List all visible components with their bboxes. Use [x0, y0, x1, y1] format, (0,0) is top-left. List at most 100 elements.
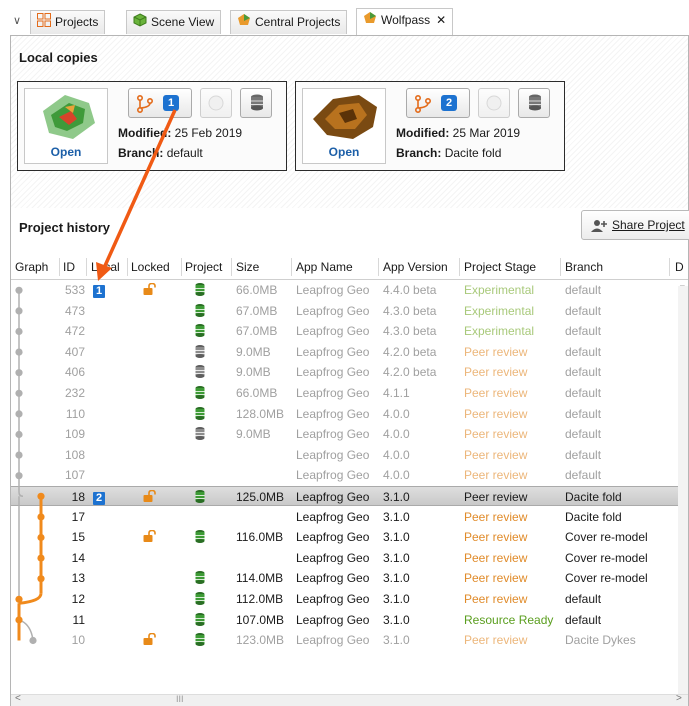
project-thumbnail[interactable]: Open	[24, 88, 108, 164]
sync-button[interactable]	[200, 88, 232, 118]
table-row[interactable]: 15 116.0MB Leapfrog Geo 3.1.0 Peer review Cov…	[11, 527, 688, 547]
cell-app-version: 4.0.0	[383, 427, 410, 442]
cell-app-name: Leapfrog Geo	[296, 468, 370, 483]
delete-local-button[interactable]	[240, 88, 272, 118]
scroll-right-icon[interactable]: >	[676, 693, 682, 704]
cell-size: 66.0MB	[236, 283, 278, 297]
table-row[interactable]: 13 114.0MB Leapfrog Geo 3.1.0 Peer review Cov…	[11, 568, 688, 588]
open-button[interactable]: Open	[303, 145, 385, 159]
cell-id: 15	[71, 530, 85, 545]
table-row[interactable]: 17 Leapfrog Geo 3.1.0 Peer review Dacite fol…	[11, 507, 688, 527]
tab-central-projects[interactable]: Central Projects	[230, 10, 348, 34]
cell-project	[195, 303, 205, 321]
tab-bar: ∨ Projects Scene View Central Projects W…	[0, 0, 689, 36]
cell-size: 112.0MB	[236, 592, 284, 606]
column-header-branch[interactable]: Branch	[565, 260, 603, 274]
table-row[interactable]: 407 9.0MB Leapfrog Geo 4.2.0 beta Peer revie…	[11, 342, 688, 362]
table-row[interactable]: 110 128.0MB Leapfrog Geo 4.0.0 Peer review de…	[11, 404, 688, 424]
column-header-app-version[interactable]: App Version	[383, 260, 448, 274]
cell-app-version: 4.3.0 beta	[383, 324, 437, 339]
cell-id: 407	[64, 344, 85, 359]
branch-button[interactable]: 1	[128, 88, 192, 118]
scroll-grip: III	[176, 694, 184, 704]
column-header-local[interactable]: Local	[91, 260, 120, 274]
column-header-app-name[interactable]: App Name	[296, 260, 353, 274]
cell-app-name: Leapfrog Geo	[296, 427, 370, 442]
column-header-d[interactable]: D	[675, 260, 684, 274]
column-header-size[interactable]: Size	[236, 260, 259, 274]
project-db-icon	[195, 633, 205, 647]
tab-wolfpass[interactable]: Wolfpass ✕	[356, 8, 454, 35]
column-header-project[interactable]: Project	[185, 260, 222, 274]
leapfrog-icon	[363, 10, 377, 32]
cell-project-stage: Resource Ready	[464, 612, 554, 627]
chevron-down-icon[interactable]: ∨	[6, 10, 28, 32]
cell-project	[195, 632, 205, 650]
grid-icon	[37, 12, 51, 34]
cell-project-stage: Peer review	[464, 530, 528, 545]
tab-projects[interactable]: Projects	[30, 10, 106, 34]
table-row[interactable]: 473 67.0MB Leapfrog Geo 4.3.0 beta Experimen…	[11, 301, 688, 321]
cell-branch: Dacite fold	[565, 509, 622, 524]
project-thumbnail[interactable]: Open	[302, 88, 386, 164]
table-row[interactable]: 533 1 66.0MB Leapfrog Geo 4.4.0 beta Experime…	[11, 280, 688, 300]
table-row[interactable]: 472 67.0MB Leapfrog Geo 4.3.0 beta Experimen…	[11, 321, 688, 341]
cell-app-name: Leapfrog Geo	[296, 406, 370, 421]
table-row[interactable]: 232 66.0MB Leapfrog Geo 4.1.1 Peer review def…	[11, 383, 688, 403]
cell-size: 114.0MB	[236, 571, 284, 586]
table-row[interactable]: 406 9.0MB Leapfrog Geo 4.2.0 beta Peer revie…	[11, 362, 688, 382]
cell-branch: default	[565, 427, 602, 442]
open-button[interactable]: Open	[25, 145, 107, 159]
cell-id: 108	[64, 447, 85, 462]
share-users-icon	[591, 219, 607, 232]
local-copies-title: Local copies	[19, 50, 98, 65]
project-db-icon	[195, 571, 205, 585]
cell-branch: default	[565, 324, 602, 339]
cell-app-name: Leapfrog Geo	[296, 509, 370, 524]
table-row[interactable]: 10 123.0MB Leapfrog Geo 3.1.0 Peer review Dac…	[11, 630, 688, 650]
database-icon	[529, 94, 541, 111]
share-project-button[interactable]: Share Project	[581, 210, 689, 240]
horizontal-scrollbar[interactable]: < III >	[11, 693, 688, 706]
column-header-project-stage[interactable]: Project Stage	[464, 260, 536, 274]
branch-button[interactable]: 2	[406, 88, 470, 118]
column-header-id[interactable]: ID	[63, 260, 75, 274]
graph-node	[15, 327, 23, 336]
close-icon[interactable]: ✕	[436, 13, 446, 27]
cell-project	[195, 385, 205, 403]
globe-icon	[208, 95, 224, 111]
branch-graph	[15, 286, 45, 645]
modified-label: Modified:	[118, 126, 172, 140]
history-table: Graph ID Local Locked Project Size App N…	[11, 254, 688, 704]
graph-node	[15, 472, 23, 480]
table-row[interactable]: 107Leapfrog Geo4.0.0Peer reviewdefault8	[11, 465, 688, 485]
cell-project	[195, 529, 205, 547]
table-row[interactable]: 14 Leapfrog Geo 3.1.0 Peer review Cover re-m…	[11, 548, 688, 568]
table-row[interactable]: 18 2 125.0MB Leapfrog Geo 3.1.0 Peer review Da…	[11, 486, 688, 506]
vertical-scrollbar[interactable]	[678, 286, 688, 694]
cell-branch: Dacite fold	[565, 490, 622, 504]
cell-project-stage: Peer review	[464, 509, 528, 524]
cell-branch: default	[565, 468, 602, 483]
scroll-left-icon[interactable]: <	[15, 693, 21, 704]
cell-app-name: Leapfrog Geo	[296, 386, 370, 400]
cell-project-stage: Peer review	[464, 550, 528, 565]
table-row[interactable]: 109 9.0MB Leapfrog Geo 4.0.0 Peer review defa…	[11, 424, 688, 444]
table-row[interactable]: 12 112.0MB Leapfrog Geo 3.1.0 Peer review def…	[11, 589, 688, 609]
delete-local-button[interactable]	[518, 88, 550, 118]
sync-button[interactable]	[478, 88, 510, 118]
tab-scene-view[interactable]: Scene View	[126, 10, 222, 34]
cell-app-version: 4.1.1	[383, 386, 410, 400]
cell-project-stage: Peer review	[464, 386, 528, 400]
column-header-graph[interactable]: Graph	[15, 260, 48, 274]
table-row[interactable]: 108Leapfrog Geo4.0.0Peer reviewdefault2	[11, 445, 688, 465]
cell-size: 125.0MB	[236, 490, 285, 504]
branch-value: Dacite fold	[444, 146, 502, 160]
cell-app-version: 4.0.0	[383, 447, 410, 462]
column-header-locked[interactable]: Locked	[131, 260, 170, 274]
cell-branch: Cover re-model	[565, 571, 648, 586]
graph-node	[15, 616, 23, 624]
table-row[interactable]: 11 107.0MB Leapfrog Geo 3.1.0 Resource Ready…	[11, 610, 688, 630]
database-icon	[251, 94, 263, 111]
cell-project	[195, 426, 205, 444]
